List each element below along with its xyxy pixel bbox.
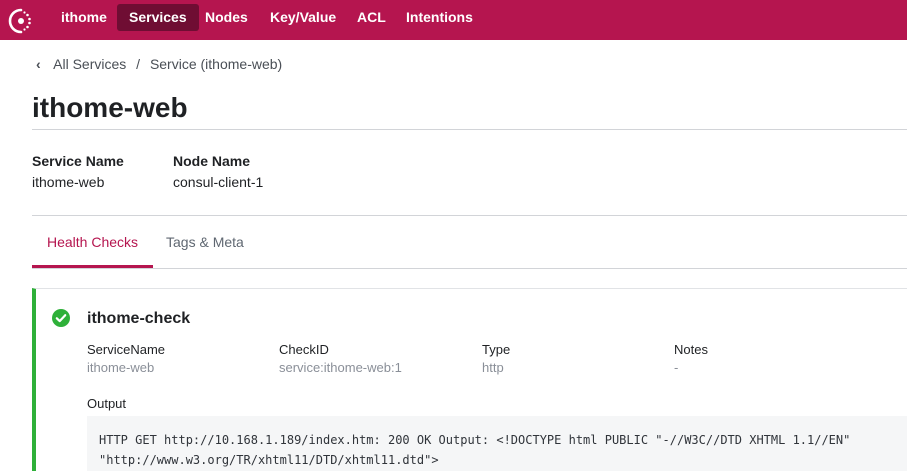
top-navigation: ithome Services Nodes Key/Value ACL Inte… bbox=[0, 0, 907, 40]
page-title: ithome-web bbox=[32, 92, 188, 123]
check-field-label: ServiceName bbox=[87, 342, 166, 357]
title-divider bbox=[32, 129, 907, 130]
nav-item-acl[interactable]: ACL bbox=[345, 4, 398, 31]
check-field-value: http bbox=[482, 360, 504, 375]
chevron-left-icon: ‹ bbox=[36, 56, 41, 72]
tab-tags-meta[interactable]: Tags & Meta bbox=[166, 234, 244, 268]
breadcrumb: ‹ All Services / Service (ithome-web) bbox=[36, 56, 282, 74]
info-divider bbox=[32, 215, 907, 216]
breadcrumb-all-services-link[interactable]: All Services bbox=[53, 56, 126, 72]
service-name-label: Service Name bbox=[32, 153, 124, 169]
check-field-label: CheckID bbox=[279, 342, 329, 357]
tab-health-checks[interactable]: Health Checks bbox=[32, 234, 153, 268]
tabs-divider bbox=[32, 268, 907, 269]
output-label: Output bbox=[87, 396, 127, 411]
nav-item-intentions[interactable]: Intentions bbox=[394, 4, 485, 31]
breadcrumb-current: Service (ithome-web) bbox=[149, 56, 283, 72]
check-field-value: service:ithome-web:1 bbox=[279, 360, 402, 375]
check-name: ithome-check bbox=[87, 310, 191, 327]
check-field-label: Notes bbox=[674, 342, 708, 357]
node-name-value: consul-client-1 bbox=[173, 174, 264, 190]
check-output: HTTP GET http://10.168.1.189/index.htm: … bbox=[87, 416, 907, 471]
nav-item-key-value[interactable]: Key/Value bbox=[258, 4, 348, 31]
breadcrumb-separator: / bbox=[136, 56, 141, 72]
service-name-value: ithome-web bbox=[32, 174, 105, 190]
consul-logo-icon[interactable] bbox=[6, 6, 36, 36]
datacenter-selector[interactable]: ithome bbox=[49, 4, 119, 31]
check-field-value: ithome-web bbox=[87, 360, 155, 375]
output-line: "http://www.w3.org/TR/xhtml11/DTD/xhtml1… bbox=[99, 453, 439, 467]
nav-item-services[interactable]: Services bbox=[117, 4, 199, 31]
check-field-value: - bbox=[674, 360, 679, 375]
check-passing-icon bbox=[52, 309, 70, 327]
output-line: HTTP GET http://10.168.1.189/index.htm: … bbox=[99, 433, 851, 447]
check-field-label: Type bbox=[482, 342, 511, 357]
nav-item-nodes[interactable]: Nodes bbox=[193, 4, 260, 31]
node-name-label: Node Name bbox=[173, 153, 251, 169]
